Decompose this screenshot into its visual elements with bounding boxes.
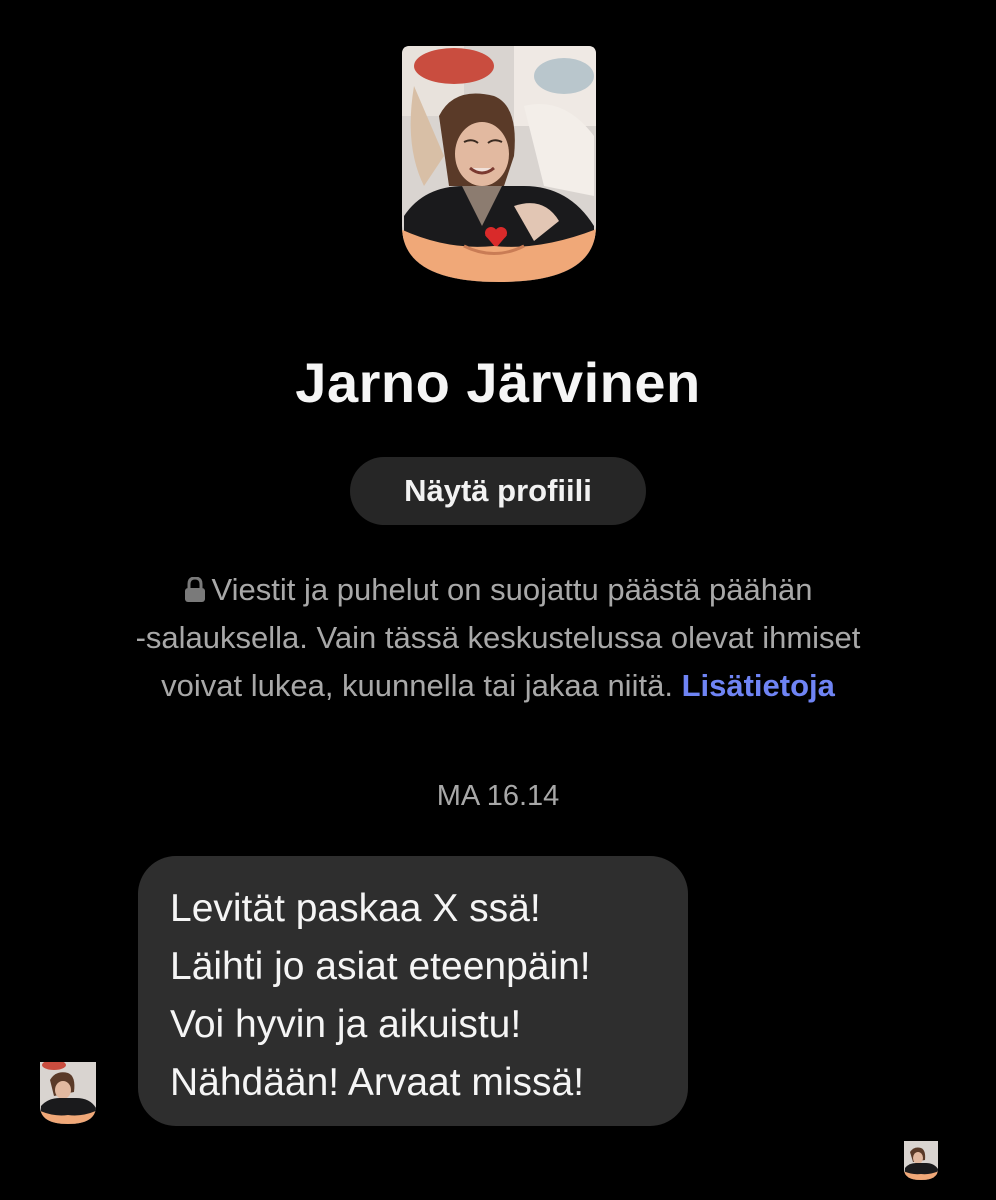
avatar-image (402, 46, 596, 282)
learn-more-link[interactable]: Lisätietoja (682, 668, 835, 703)
sender-avatar[interactable] (38, 1060, 98, 1124)
seen-avatar-image (904, 1141, 938, 1180)
contact-name: Jarno Järvinen (295, 351, 701, 414)
message-line: Voi hyvin ja aikuistu! (170, 1003, 522, 1046)
message-timestamp: MA 16.14 (436, 780, 560, 812)
notice-text-3: voivat lukea, kuunnella tai jakaa niitä. (161, 668, 673, 703)
seen-indicator-avatar (903, 1140, 939, 1180)
notice-line-1: Viestit ja puhelut on suojattu päästä pä… (40, 566, 956, 614)
message-line: Levität paskaa X ssä! (170, 887, 541, 930)
message-line: Läihti jo asiat eteenpäin! (170, 945, 591, 988)
notice-line-3: voivat lukea, kuunnella tai jakaa niitä.… (40, 662, 956, 710)
view-profile-button[interactable]: Näytä profiili (350, 457, 646, 525)
notice-line-2: -salauksella. Vain tässä keskustelussa o… (135, 620, 861, 655)
profile-avatar[interactable] (394, 46, 604, 282)
message-line: Nähdään! Arvaat missä! (170, 1061, 585, 1104)
notice-text-1: Viestit ja puhelut on suojattu päästä pä… (211, 572, 813, 607)
lock-icon (184, 577, 205, 602)
avatar-image (40, 1062, 96, 1124)
encryption-notice: Viestit ja puhelut on suojattu päästä pä… (40, 566, 956, 710)
message-bubble[interactable]: Levität paskaa X ssä! Läihti jo asiat et… (138, 856, 688, 1126)
